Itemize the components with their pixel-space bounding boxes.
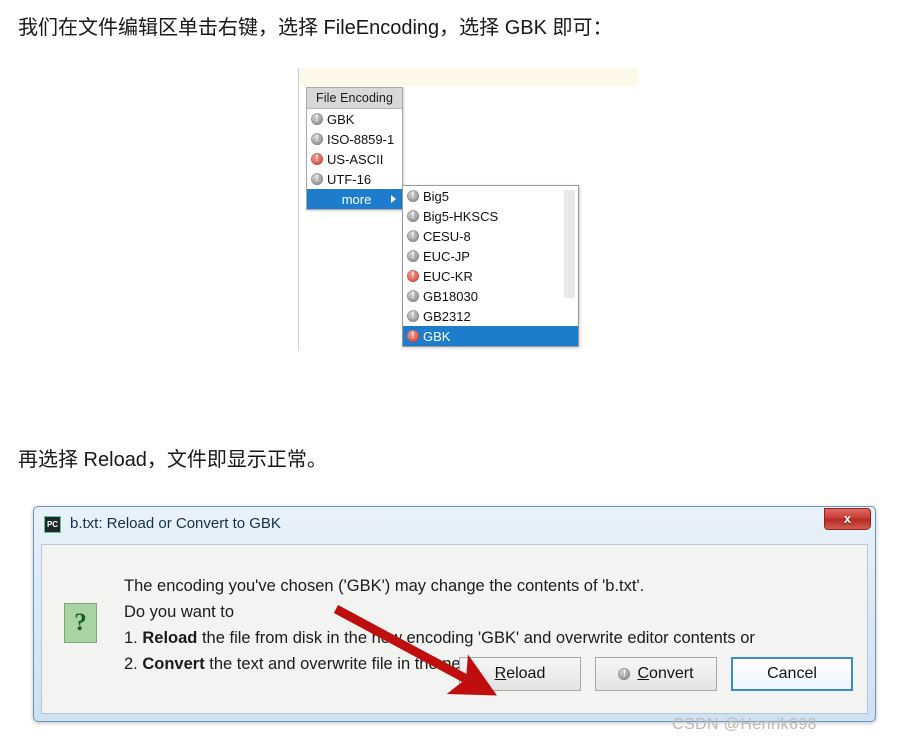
warning-gray-icon [311,172,323,185]
submenu-item-label: GBK [423,328,451,344]
reload-or-convert-dialog: PC b.txt: Reload or Convert to GBK x ? T… [33,506,876,722]
file-encoding-context-menu: File Encoding GBK ISO-8859-1 US-ASCII UT… [306,87,403,210]
reload-button-mnemonic: R [494,665,507,682]
instruction-paragraph-middle: 再选择 Reload，文件即显示正常。 [18,449,327,471]
submenu-item-label: GB18030 [423,288,478,304]
warning-gray-icon [407,289,419,302]
warning-gray-icon [407,209,419,222]
submenu-item-label: EUC-JP [423,248,470,264]
menu-item-label: US-ASCII [327,151,384,167]
question-mark-icon: ? [64,603,97,643]
csdn-watermark: CSDN @Henrik698 [672,716,817,733]
warning-gray-icon [618,667,631,680]
submenu-item-label: EUC-KR [423,268,473,284]
submenu-arrow-icon [391,195,396,203]
menu-item-gbk[interactable]: GBK [307,109,402,129]
warning-red-icon [311,152,323,165]
submenu-item-label: GB2312 [423,308,471,324]
dialog-titlebar[interactable]: PC b.txt: Reload or Convert to GBK x [34,507,875,541]
close-icon[interactable]: x [824,508,871,530]
reload-button-label: eload [506,665,546,682]
submenu-item-cesu-8[interactable]: CESU-8 [403,226,578,246]
line-prefix: 2. [124,655,143,673]
warning-gray-icon [407,309,419,322]
editor-background-strip [298,68,638,86]
warning-gray-icon [407,249,419,262]
reload-button[interactable]: Reload [459,657,581,691]
warning-gray-icon [311,132,323,145]
cancel-button-label: Cancel [767,665,817,682]
warning-red-icon [407,329,419,342]
menu-item-label: UTF-16 [327,171,372,187]
menu-item-label: more [341,191,372,207]
submenu-item-gbk[interactable]: GBK [403,326,578,346]
warning-red-icon [407,269,419,282]
submenu-item-label: Big5-HKSCS [423,208,499,224]
line-bold: Convert [142,655,205,673]
submenu-item-euc-kr[interactable]: EUC-KR [403,266,578,286]
submenu-item-label: Big5 [423,188,450,204]
dialog-body: ? The encoding you've chosen ('GBK') may… [41,544,868,714]
submenu-item-label: CESU-8 [423,228,471,244]
submenu-scrollbar-thumb[interactable] [564,190,575,298]
encoding-submenu: Big5 Big5-HKSCS CESU-8 EUC-JP EUC-KR GB1… [402,185,579,347]
cancel-button[interactable]: Cancel [731,657,853,691]
menu-item-label: GBK [327,111,355,127]
editor-gutter-line [298,68,299,350]
submenu-item-euc-jp[interactable]: EUC-JP [403,246,578,266]
dialog-button-bar: Reload Convert Cancel [459,657,853,691]
dialog-title: b.txt: Reload or Convert to GBK [70,515,281,532]
line-bold: Reload [142,629,198,647]
menu-item-us-ascii[interactable]: US-ASCII [307,149,402,169]
submenu-item-big5-hkscs[interactable]: Big5-HKSCS [403,206,578,226]
line-rest: Do you want to [124,603,235,621]
menu-item-utf-16[interactable]: UTF-16 [307,169,402,189]
dialog-message-line: The encoding you've chosen ('GBK') may c… [124,573,857,599]
convert-button-mnemonic: C [637,665,650,682]
line-prefix: 1. [124,629,143,647]
menu-item-label: ISO-8859-1 [327,131,395,147]
dialog-message-line: 1. Reload the file from disk in the new … [124,625,857,651]
pycharm-app-icon: PC [44,516,61,533]
submenu-item-gb2312[interactable]: GB2312 [403,306,578,326]
menu-item-more[interactable]: more [307,189,402,209]
convert-button-label: onvert [649,665,694,682]
warning-gray-icon [407,189,419,202]
warning-gray-icon [407,229,419,242]
submenu-scrollbar[interactable] [564,187,577,345]
menu-item-iso-8859-1[interactable]: ISO-8859-1 [307,129,402,149]
line-rest: The encoding you've chosen ('GBK') may c… [124,577,645,595]
convert-button[interactable]: Convert [595,657,717,691]
warning-gray-icon [311,112,323,125]
submenu-item-gb18030[interactable]: GB18030 [403,286,578,306]
context-menu-header: File Encoding [307,88,402,109]
submenu-item-big5[interactable]: Big5 [403,186,578,206]
dialog-message-line: Do you want to [124,599,857,625]
instruction-paragraph-top: 我们在文件编辑区单击右键，选择 FileEncoding，选择 GBK 即可： [18,17,613,39]
line-rest: the file from disk in the new encoding '… [197,629,755,647]
